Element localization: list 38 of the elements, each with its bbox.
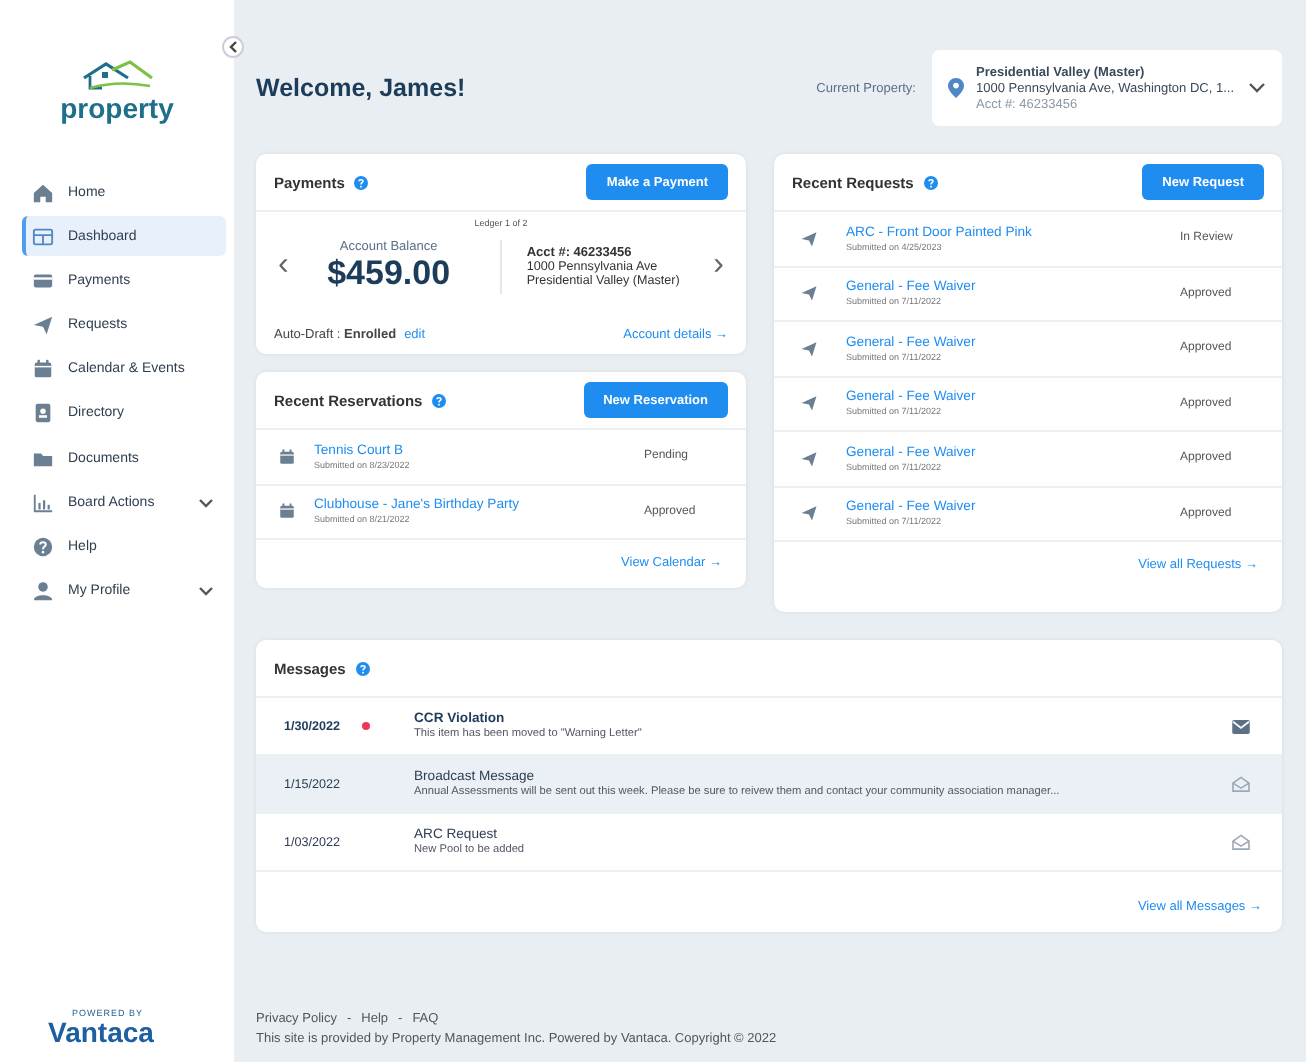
collapse-button[interactable] [222, 36, 244, 58]
paper-plane-icon [32, 314, 54, 337]
calendar-icon [278, 447, 296, 466]
chevron-down-icon [1248, 82, 1266, 94]
dashboard-icon [32, 225, 54, 248]
chevron-down-icon [198, 586, 214, 597]
location-pin-icon [948, 78, 964, 98]
paper-plane-icon [800, 504, 818, 523]
contact-card-icon [32, 402, 54, 425]
calendar-icon [278, 502, 296, 521]
chevron-down-icon [198, 497, 214, 508]
bar-chart-icon [32, 491, 54, 514]
paper-plane-icon [800, 229, 818, 248]
unread-dot-icon [362, 722, 370, 730]
open-envelope-icon [1232, 776, 1250, 792]
chevron-left-icon [227, 40, 239, 54]
help-icon [355, 661, 370, 675]
paper-plane-icon [800, 394, 818, 413]
card-icon [32, 269, 54, 292]
envelope-icon [1232, 719, 1250, 733]
next-button[interactable]: › [709, 250, 728, 282]
paper-plane-icon [800, 339, 818, 358]
balance-amount: $459.00 [327, 253, 451, 293]
help-icon [432, 393, 447, 407]
welcome-heading: Welcome, James! [256, 74, 468, 102]
house-logo-icon [77, 60, 157, 92]
brand-logo-text: Vantaca [48, 1018, 156, 1046]
previous-button[interactable]: ‹ [274, 250, 293, 282]
open-envelope-icon [1232, 834, 1250, 850]
home-icon [32, 181, 54, 203]
help-icon [354, 175, 369, 189]
calendar-icon [32, 358, 54, 381]
user-icon [32, 580, 54, 603]
help-icon [32, 536, 54, 558]
help-icon [923, 175, 938, 189]
paper-plane-icon [800, 449, 818, 468]
logo-text: property [60, 94, 174, 122]
paper-plane-icon [800, 284, 818, 303]
